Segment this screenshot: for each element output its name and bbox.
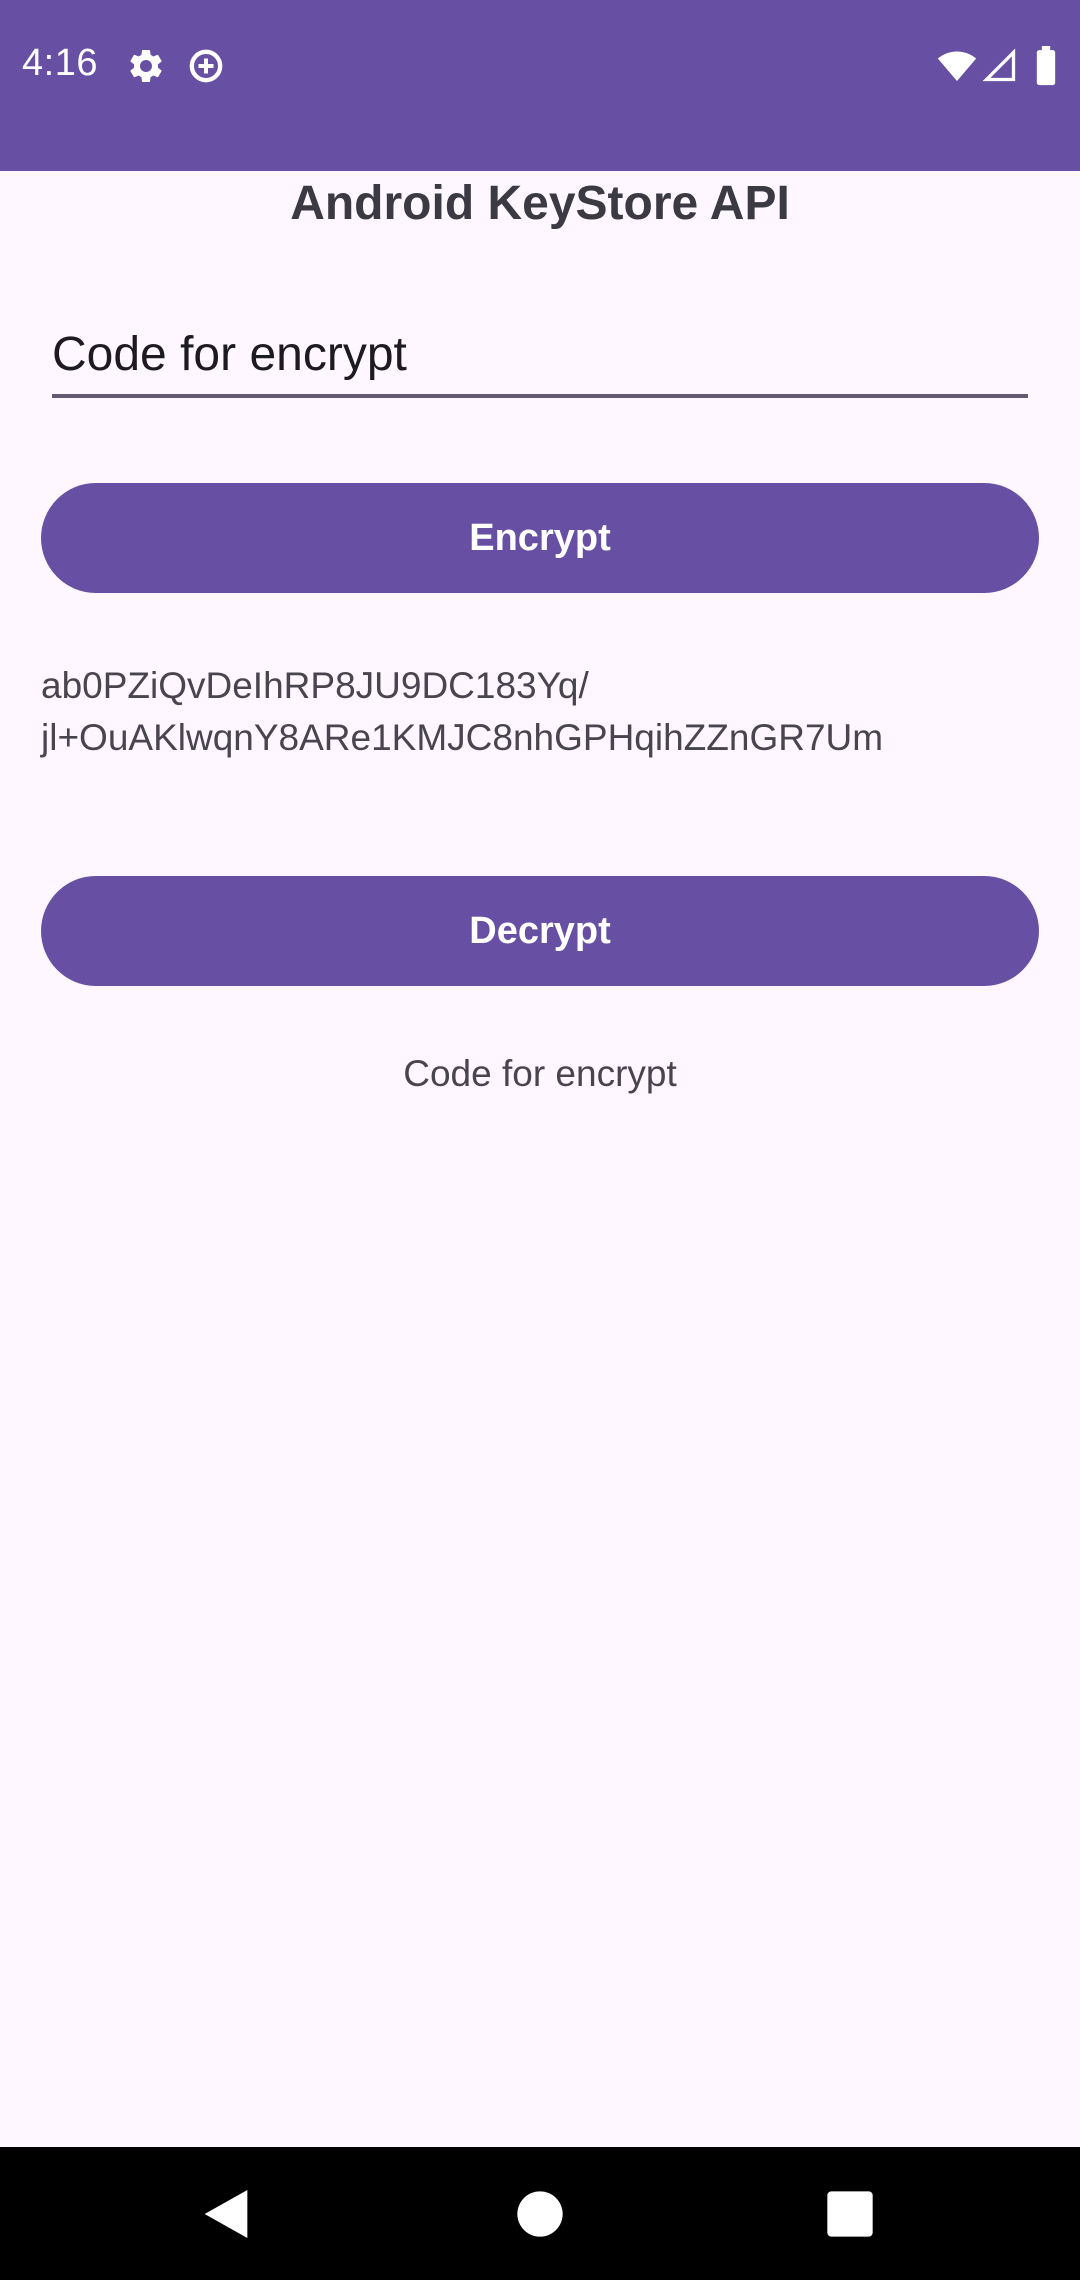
- app-screen: 4:16 Android KeyStore API Encrypt ab0PZi…: [0, 0, 1080, 2280]
- home-icon[interactable]: [508, 2182, 572, 2246]
- settings-gear-icon: [126, 46, 166, 86]
- decrypted-output: Code for encrypt: [403, 1053, 677, 1094]
- encrypt-button[interactable]: Encrypt: [41, 483, 1039, 593]
- decrypt-button[interactable]: Decrypt: [41, 876, 1039, 986]
- recents-icon[interactable]: [818, 2182, 882, 2246]
- navigation-bar: [0, 2147, 1080, 2280]
- back-icon[interactable]: [194, 2182, 258, 2246]
- page-title: Android KeyStore API: [290, 177, 790, 230]
- cipher-line-1: ab0PZiQvDeIhRP8JU9DC183Yq/: [41, 665, 589, 706]
- status-time: 4:16: [22, 42, 98, 84]
- cell-signal-icon: [982, 46, 1018, 86]
- cipher-line-2: jl+OuAKlwqnY8ARe1KMJC8nhGPHqihZZnGR7Um: [41, 717, 884, 758]
- status-bar: 4:16: [0, 0, 1080, 171]
- encrypted-output: ab0PZiQvDeIhRP8JU9DC183Yq/ jl+OuAKlwqnY8…: [41, 660, 1041, 764]
- encrypt-input[interactable]: [52, 318, 1028, 390]
- encrypt-text-field[interactable]: [52, 318, 1028, 398]
- data-saver-icon: [186, 46, 226, 86]
- battery-icon: [1034, 46, 1058, 86]
- wifi-icon: [936, 46, 978, 86]
